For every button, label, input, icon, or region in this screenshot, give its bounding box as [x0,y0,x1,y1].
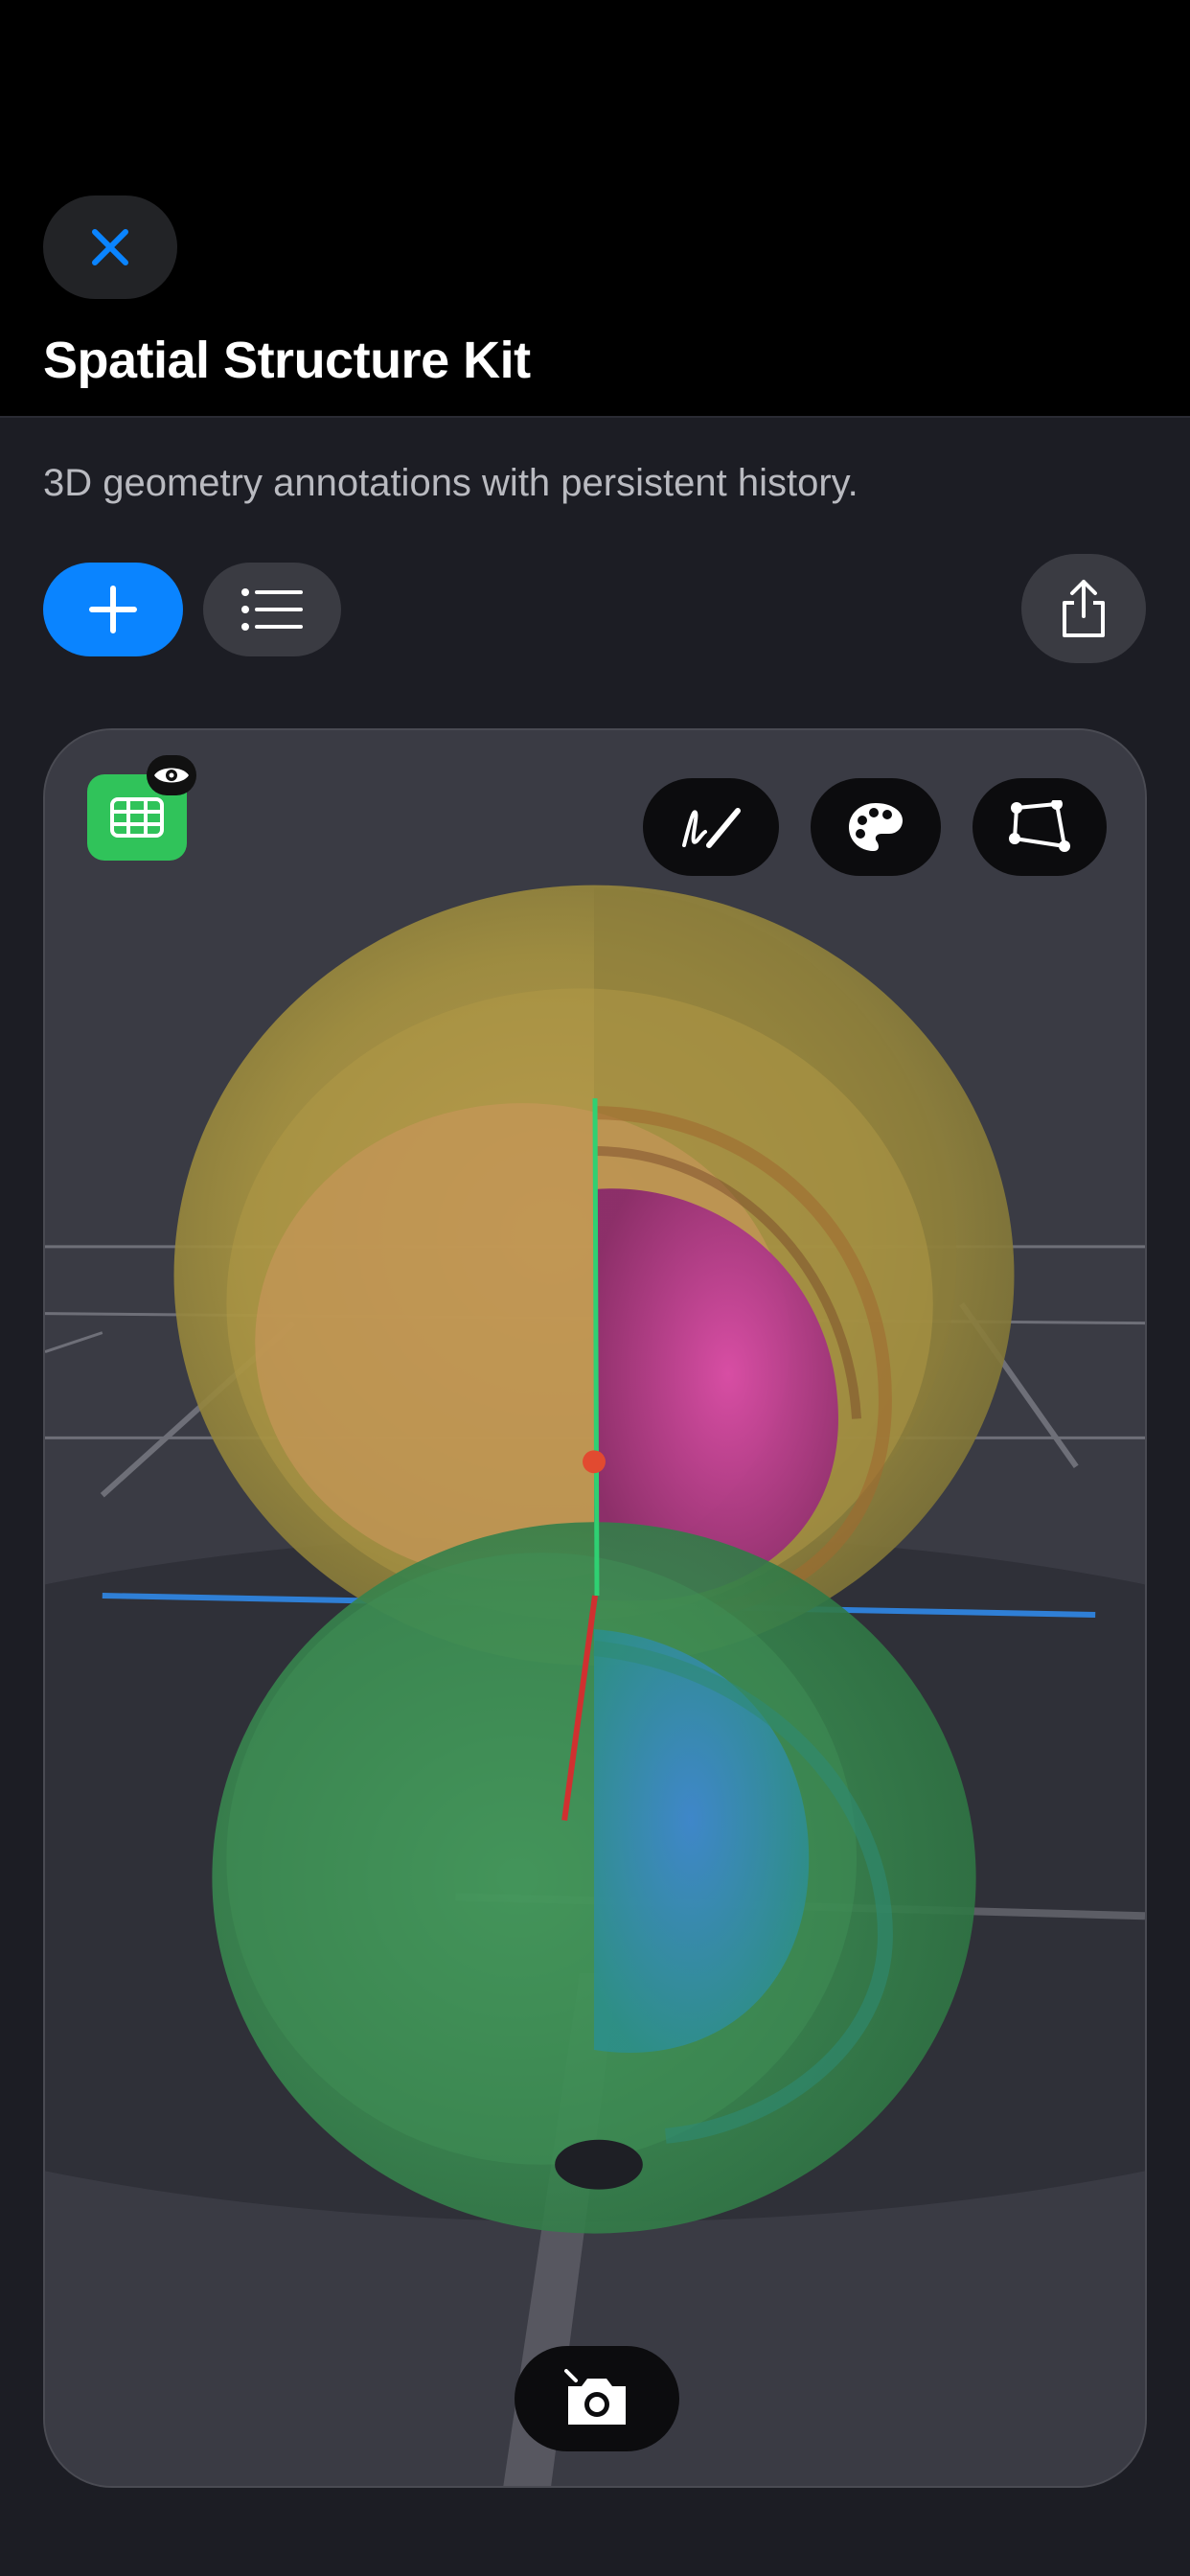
page-title: Spatial Structure Kit [43,332,531,389]
ar-viewport[interactable] [43,728,1147,2488]
share-icon [1063,580,1105,637]
header: Spatial Structure Kit [0,0,1190,418]
visibility-toggle[interactable] [147,755,196,795]
list-icon [241,588,303,631]
camera-icon [564,2369,626,2425]
z-axis [592,1098,600,1597]
palette-icon [849,803,903,851]
draw-icon [682,808,741,848]
eye-icon [154,768,189,783]
close-icon [92,229,128,265]
page-subtitle: 3D geometry annotations with persistent … [43,462,858,504]
grid-icon [110,797,164,838]
3d-scene[interactable] [45,730,1145,2486]
polygon-icon [1009,800,1070,852]
lobe-hole [555,2139,643,2190]
plus-icon [89,586,137,633]
list-button[interactable] [203,563,341,656]
capture-button[interactable] [515,2346,679,2451]
close-button[interactable] [43,196,177,299]
draw-tool-button[interactable] [643,778,779,876]
polygon-tool-button[interactable] [973,778,1107,876]
origin-point[interactable] [583,1450,606,1474]
share-button[interactable] [1021,554,1146,663]
add-button[interactable] [43,563,183,656]
color-palette-button[interactable] [811,778,941,876]
